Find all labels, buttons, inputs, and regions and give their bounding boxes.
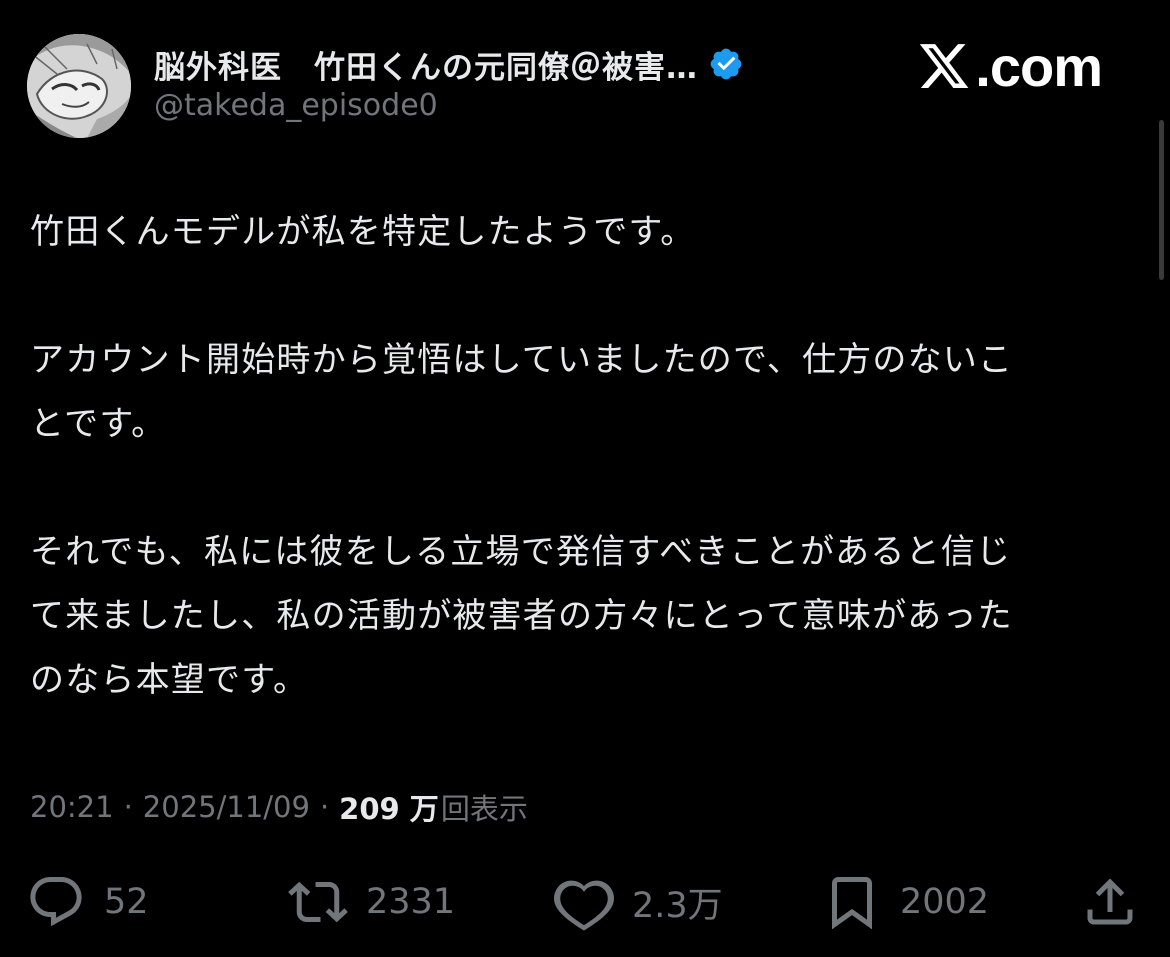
avatar[interactable] [27, 34, 131, 138]
tweet-meta: 20:21 · 2025/11/09 · 209 万 回表示 [30, 786, 528, 828]
tweet-line: のなら本望です。 [30, 660, 309, 700]
scrollbar[interactable] [1159, 120, 1164, 280]
retweet-icon [288, 881, 348, 923]
retweet-count: 2331 [366, 882, 456, 922]
bookmark-button[interactable]: 2002 [822, 870, 989, 934]
reply-icon [30, 877, 82, 927]
retweet-button[interactable]: 2331 [288, 870, 455, 934]
action-bar: 52 2331 2.3万 2002 [26, 870, 1146, 934]
meta-separator: · [319, 790, 330, 824]
reply-count: 52 [104, 882, 149, 922]
tweet-paragraph-1: 竹田くんモデルが私を特定したようです。 [30, 200, 1140, 264]
reply-button[interactable]: 52 [26, 870, 149, 934]
tweet-text: 竹田くんモデルが私を特定したようです。 アカウント開始時から覚悟はしていましたの… [30, 200, 1140, 712]
like-button[interactable]: 2.3万 [554, 870, 723, 934]
tweet-line: て来ましたし、私の活動が被害者の方々にとって意味があった [30, 596, 1013, 636]
share-button[interactable] [1080, 870, 1140, 934]
brand-text: .com [975, 34, 1103, 98]
x-com-watermark: .com [917, 34, 1103, 98]
author-handle[interactable]: @takeda_episode0 [154, 88, 438, 123]
tweet-card: 脳外科医 竹田くんの元同僚＠被害… @takeda_episode0 .com … [0, 0, 1170, 957]
like-count: 2.3万 [632, 885, 723, 926]
views-count[interactable]: 209 万 [339, 786, 439, 828]
bookmark-count: 2002 [900, 882, 990, 922]
bookmark-icon [832, 877, 872, 930]
heart-icon [554, 880, 614, 931]
tweet-line: とです。 [30, 404, 167, 444]
tweet-line: アカウント開始時から覚悟はしていましたので、仕方のないこ [30, 340, 1014, 380]
tweet-time[interactable]: 20:21 [30, 790, 114, 824]
tweet-paragraph-2: アカウント開始時から覚悟はしていましたので、仕方のないこ とです。 [30, 328, 1140, 456]
tweet-line: 竹田くんモデルが私を特定したようです。 [30, 212, 696, 252]
manga-portrait-avatar [27, 34, 131, 138]
share-icon [1087, 878, 1133, 925]
tweet-paragraph-3: それでも、私には彼をしる立場で発信すべきことがあると信じ て来ましたし、私の活動… [30, 520, 1140, 712]
meta-separator: · [123, 790, 133, 824]
tweet-line: それでも、私には彼をしる立場で発信すべきことがあると信じ [30, 532, 1012, 572]
display-name[interactable]: 脳外科医 竹田くんの元同僚＠被害… [154, 42, 698, 87]
views-label: 回表示 [440, 792, 528, 826]
author-name-row[interactable]: 脳外科医 竹田くんの元同僚＠被害… [154, 40, 744, 88]
verified-badge-icon [708, 46, 744, 82]
x-logo-icon [920, 44, 969, 88]
tweet-date[interactable]: 2025/11/09 [143, 790, 310, 824]
